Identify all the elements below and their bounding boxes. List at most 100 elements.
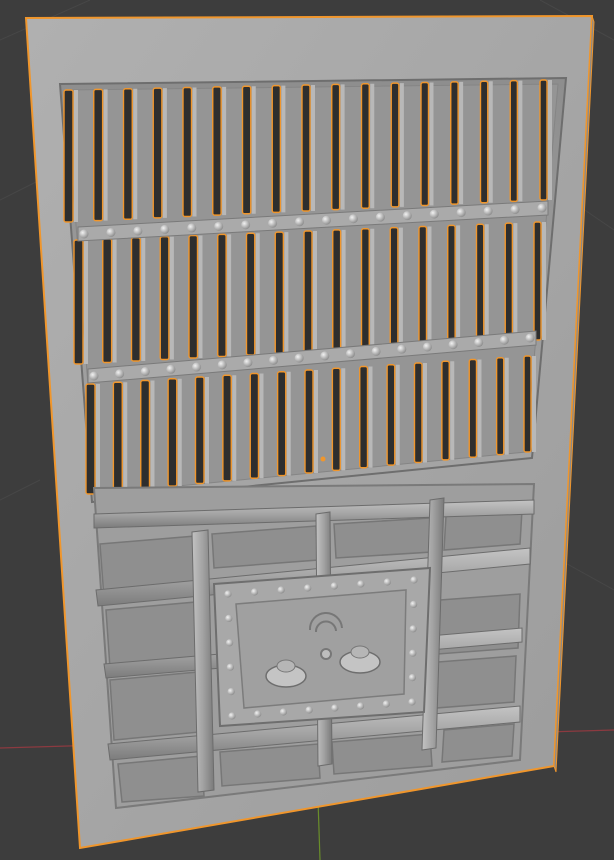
grate-slot bbox=[102, 238, 113, 364]
rivet bbox=[160, 224, 170, 234]
rivet bbox=[269, 355, 279, 365]
grate-bar bbox=[103, 89, 108, 221]
grate-slot bbox=[539, 79, 548, 201]
rivet bbox=[115, 369, 125, 379]
grate-slot bbox=[159, 235, 170, 361]
grate-slot bbox=[303, 230, 313, 353]
grate-bar bbox=[84, 240, 88, 364]
grate-bar bbox=[198, 235, 203, 358]
grate-slot bbox=[468, 358, 478, 458]
rivet bbox=[227, 688, 235, 696]
grate-bar bbox=[484, 224, 489, 343]
grate-bar bbox=[314, 370, 318, 473]
rivet bbox=[371, 346, 381, 356]
grate-bar bbox=[227, 234, 232, 357]
grate-slot bbox=[140, 379, 151, 490]
grate-bar bbox=[370, 83, 375, 209]
rivet bbox=[192, 362, 202, 372]
grate-bar bbox=[112, 238, 117, 363]
rivet bbox=[226, 663, 234, 671]
rivet bbox=[294, 353, 304, 363]
grate-bar bbox=[133, 88, 138, 220]
grate-slot bbox=[495, 357, 505, 456]
grate-slot bbox=[475, 223, 485, 344]
grate-slot bbox=[386, 364, 396, 466]
grate-bar bbox=[313, 231, 317, 352]
grate-bar bbox=[456, 225, 461, 345]
grate-bar bbox=[341, 229, 346, 351]
rivet bbox=[321, 215, 331, 225]
grate-slot bbox=[212, 86, 222, 216]
grate-bar bbox=[340, 84, 345, 210]
grate-bar bbox=[423, 363, 427, 463]
rivet bbox=[279, 708, 288, 716]
grate-bar bbox=[450, 361, 455, 460]
y-axis-line bbox=[317, 799, 321, 860]
grate-slot bbox=[63, 89, 74, 223]
grate-bar bbox=[311, 85, 315, 211]
object-origin bbox=[320, 456, 326, 462]
rivet bbox=[402, 211, 412, 221]
rivet bbox=[499, 335, 509, 345]
grate-bar bbox=[259, 373, 264, 479]
hatch-inner-plate bbox=[235, 589, 407, 709]
rivet bbox=[409, 625, 417, 633]
grate-slot bbox=[504, 222, 514, 343]
rivet bbox=[140, 367, 150, 377]
grate-bar bbox=[123, 382, 128, 492]
grate-slot bbox=[450, 81, 459, 205]
rivet bbox=[422, 342, 432, 352]
grate-slot bbox=[359, 365, 369, 469]
rivet bbox=[305, 706, 313, 714]
rivet bbox=[410, 576, 418, 584]
3d-viewport[interactable] bbox=[0, 0, 614, 860]
rivet bbox=[375, 212, 385, 222]
rivet bbox=[382, 700, 390, 708]
grate-bar bbox=[370, 228, 375, 349]
rivet bbox=[295, 217, 305, 227]
rivet bbox=[331, 704, 339, 712]
rivet bbox=[408, 674, 416, 682]
rivet bbox=[226, 639, 234, 647]
rivet bbox=[320, 351, 330, 361]
grate-slot bbox=[93, 88, 104, 222]
rivet bbox=[106, 227, 116, 237]
grate-bar bbox=[427, 226, 432, 346]
grate-slot bbox=[509, 79, 519, 203]
grate-slot bbox=[271, 84, 282, 214]
grate-bar bbox=[205, 377, 209, 484]
rivet bbox=[537, 203, 547, 213]
grate-bar bbox=[232, 375, 237, 481]
grate-bar bbox=[162, 88, 167, 218]
rivet bbox=[268, 218, 278, 228]
grate-bar bbox=[395, 364, 400, 466]
grate-bar bbox=[518, 80, 523, 202]
grate-bar bbox=[281, 85, 286, 213]
grate-slot bbox=[301, 84, 311, 212]
rivet bbox=[133, 226, 143, 236]
grate-bar bbox=[284, 232, 289, 354]
grate-slot bbox=[523, 355, 532, 453]
grate-bar bbox=[341, 368, 346, 471]
grate-bar bbox=[222, 86, 227, 216]
grate-slot bbox=[360, 228, 370, 350]
rivet bbox=[254, 710, 262, 718]
rivet bbox=[383, 578, 392, 586]
grate-bar bbox=[177, 378, 182, 487]
grate-slot bbox=[217, 233, 227, 358]
grate-bar bbox=[398, 227, 403, 348]
grate-slot bbox=[112, 381, 123, 493]
rivet bbox=[228, 712, 236, 720]
grate-bar bbox=[150, 380, 155, 489]
rivet bbox=[89, 371, 99, 381]
rivet bbox=[224, 590, 232, 598]
rivet bbox=[225, 614, 233, 623]
rivet bbox=[525, 333, 535, 343]
grate-slot bbox=[85, 383, 96, 495]
grate-bar bbox=[399, 83, 404, 207]
rivet bbox=[474, 337, 484, 347]
rivet bbox=[330, 582, 338, 590]
grate-slot bbox=[276, 371, 287, 477]
rivet bbox=[356, 702, 365, 710]
viewport-canvas[interactable] bbox=[0, 0, 614, 860]
